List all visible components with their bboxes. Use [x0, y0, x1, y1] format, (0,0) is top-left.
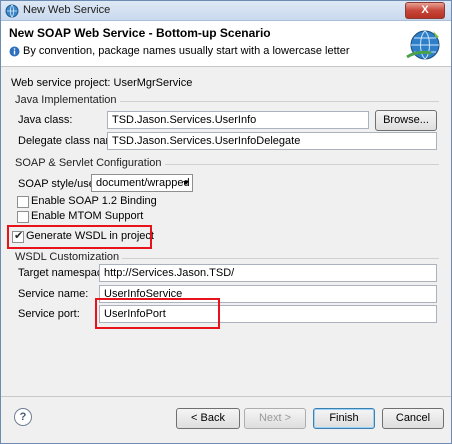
browse-button[interactable]: Browse...: [375, 110, 437, 131]
java-class-label: Java class:: [18, 114, 73, 126]
back-button[interactable]: < Back: [176, 408, 240, 429]
soap-config-group-label: SOAP & Servlet Configuration: [15, 157, 165, 169]
delegate-class-field[interactable]: TSD.Jason.Services.UserInfoDelegate: [107, 132, 437, 150]
mtom-checkbox[interactable]: [17, 211, 29, 223]
service-port-label: Service port:: [18, 308, 80, 320]
web-service-project-label: Web service project: UserMgrService: [11, 77, 193, 89]
chevron-down-icon: [183, 181, 189, 185]
finish-button[interactable]: Finish: [313, 408, 375, 429]
footer-divider: [1, 396, 451, 397]
info-icon: [9, 46, 20, 57]
cancel-button[interactable]: Cancel: [382, 408, 444, 429]
title-bar[interactable]: New Web Service X: [1, 1, 451, 21]
soap12-checkbox[interactable]: [17, 196, 29, 208]
web-service-globe-icon: [406, 30, 440, 60]
banner-message: By convention, package names usually sta…: [23, 45, 350, 57]
target-namespace-field[interactable]: http://Services.Jason.TSD/: [99, 264, 437, 282]
page-title: New SOAP Web Service - Bottom-up Scenari…: [9, 26, 271, 40]
new-web-service-dialog: New Web Service X New SOAP Web Service -…: [0, 0, 452, 444]
soap-style-value: document/wrapped: [96, 177, 190, 189]
soap-style-select[interactable]: document/wrapped: [91, 174, 193, 192]
close-button[interactable]: X: [405, 2, 445, 19]
service-name-label: Service name:: [18, 288, 89, 300]
wsdl-custom-group-label: WSDL Customization: [15, 251, 123, 263]
generate-wsdl-highlight-box: [7, 225, 152, 249]
service-port-highlight-box: [95, 298, 220, 329]
java-class-field[interactable]: TSD.Jason.Services.UserInfo: [107, 111, 369, 129]
soap12-label: Enable SOAP 1.2 Binding: [31, 195, 157, 207]
window-title: New Web Service: [23, 4, 111, 16]
wizard-banner: New SOAP Web Service - Bottom-up Scenari…: [1, 21, 451, 67]
help-icon[interactable]: ?: [14, 408, 32, 426]
java-impl-group-label: Java Implementation: [15, 94, 120, 106]
soap-style-label: SOAP style/use:: [18, 178, 98, 190]
mtom-label: Enable MTOM Support: [31, 210, 144, 222]
web-service-icon: [5, 4, 19, 18]
target-namespace-label: Target namespace:: [18, 267, 112, 279]
next-button[interactable]: Next >: [244, 408, 306, 429]
